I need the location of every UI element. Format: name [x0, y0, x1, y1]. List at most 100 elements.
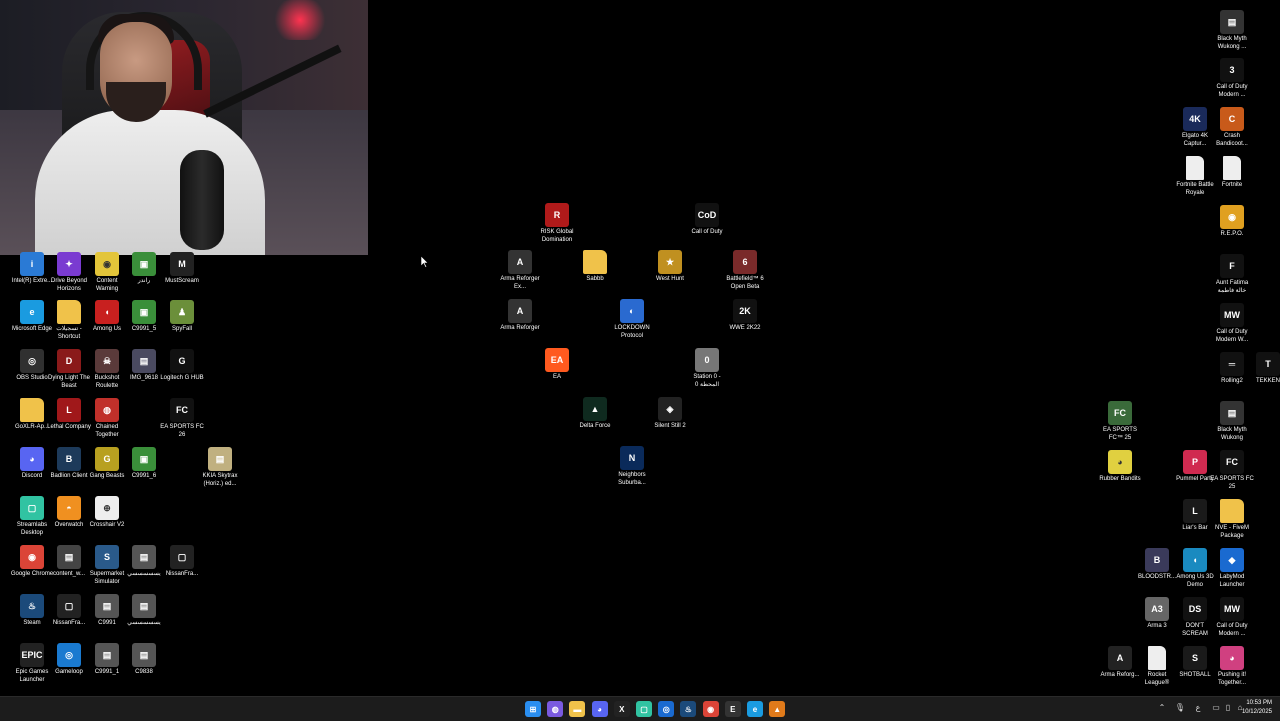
shortcut-label: NissanFra...	[165, 571, 199, 577]
intel-icon: i	[20, 252, 44, 276]
desktop-shortcut[interactable]: 0 Station 0 - المحطة 0	[685, 348, 729, 389]
crash-bandicoot-icon: C	[1220, 107, 1244, 131]
shortcut-label: R.E.P.O.	[1220, 231, 1244, 237]
call-of-duty-icon: MW	[1220, 597, 1244, 621]
arma-reforger-icon: A	[508, 299, 532, 323]
call-of-duty-icon: CoD	[695, 203, 719, 227]
desktop-shortcut[interactable]: ▲ Delta Force	[573, 397, 617, 431]
chained-together-icon: ◍	[95, 398, 119, 422]
desktop-shortcut[interactable]: Sabbb	[573, 250, 617, 284]
desktop-shortcut[interactable]: FC EA SPORTS FC 25	[1210, 450, 1254, 491]
desktop-shortcut[interactable]: ◐ LOCKDOWN Protocol	[610, 299, 654, 340]
black-myth-icon: ▤	[1220, 10, 1244, 34]
desktop-shortcut[interactable]: ⊕ Crosshair V2	[85, 496, 129, 530]
desktop-shortcut[interactable]: ♟ SpyFall	[160, 300, 204, 334]
badlion-icon: B	[57, 447, 81, 471]
desktop-shortcut[interactable]: ▢ NissanFra...	[160, 545, 204, 579]
desktop-shortcut[interactable]: ▤ C9838	[122, 643, 166, 677]
chrome-taskbar-icon[interactable]: ◉	[702, 701, 719, 717]
edge-taskbar-icon[interactable]: e	[747, 701, 763, 717]
notification-icon[interactable]: ▭	[1210, 701, 1222, 715]
desktop-shortcut[interactable]: ▤ Black Myth Wukong	[1210, 401, 1254, 442]
obs-taskbar-icon[interactable]: ◎	[658, 701, 675, 717]
pushing-it-icon: ◕	[1220, 646, 1244, 670]
video-file-icon: ▤	[132, 643, 156, 667]
desktop-shortcut[interactable]: A Arma Reforger	[498, 299, 542, 333]
shortcut-label: Crash Bandicoot...	[1216, 133, 1248, 147]
west-hunt-icon: ★	[658, 250, 682, 274]
shortcut-label: Arma Reforger	[500, 325, 540, 331]
start-button[interactable]: ⊞	[525, 701, 541, 717]
file-explorer-icon[interactable]: ▬	[569, 701, 586, 717]
epic-taskbar-icon[interactable]: E	[724, 701, 741, 717]
desktop-shortcut[interactable]: ◕ Pushing it! Together...	[1210, 646, 1254, 687]
steam-taskbar-icon[interactable]: ♨	[680, 701, 697, 717]
discord-taskbar-icon[interactable]: ◕	[591, 701, 608, 717]
desktop-shortcut[interactable]: F Aunt Fatima خالة فاطمة	[1210, 254, 1254, 295]
shortcut-label: Call of Duty Modern ...	[1216, 84, 1248, 98]
shortcut-label: Station 0 - المحطة 0	[693, 374, 721, 388]
dont-scream-icon: DS	[1183, 597, 1207, 621]
delta-force-icon: ▲	[583, 397, 607, 421]
desktop-shortcut[interactable]: FC EA SPORTS FC 26	[160, 398, 204, 439]
streamlabs-taskbar-icon[interactable]: ▢	[636, 701, 652, 717]
system-clock[interactable]: 10:53 PM 10/12/2025	[1232, 699, 1272, 717]
desktop-shortcut[interactable]: NVE - FiveM Package	[1210, 499, 1254, 540]
desktop-shortcut[interactable]: ◆ LabyMod Launcher	[1210, 548, 1254, 589]
shortcut-label: EA SPORTS FC™ 25	[1103, 427, 1137, 441]
among-us-icon: ◖	[1183, 548, 1207, 572]
desktop-shortcut[interactable]: G Logitech G HUB	[160, 349, 204, 383]
copilot-icon[interactable]: ◍	[547, 701, 564, 717]
shortcut-label: Silent Still 2	[654, 423, 686, 429]
desktop-shortcut[interactable]: ◍ Chained Together	[85, 398, 129, 439]
chrome-icon: ◉	[20, 545, 44, 569]
app-taskbar-icon[interactable]: ▲	[769, 701, 786, 717]
desktop-shortcut[interactable]: T TEKKEN	[1246, 352, 1280, 386]
language-icon[interactable]: ع	[1192, 701, 1204, 715]
desktop-shortcut[interactable]: EA EA	[535, 348, 579, 382]
shortcut-label: Chained Together	[95, 424, 119, 438]
desktop-shortcut[interactable]: ★ West Hunt	[648, 250, 692, 284]
desktop-shortcut[interactable]: ◕ Rubber Bandits	[1098, 450, 1142, 484]
desktop-shortcut[interactable]: 6 Battlefield™ 6 Open Beta	[723, 250, 767, 291]
desktop-shortcut[interactable]: CoD Call of Duty	[685, 203, 729, 237]
excel-icon[interactable]: X	[613, 701, 630, 717]
desktop-shortcut[interactable]: ▤ Black Myth Wukong ...	[1210, 10, 1254, 51]
image-file-icon: ▤	[132, 349, 156, 373]
desktop-shortcut[interactable]: MW Call of Duty Modern ...	[1210, 597, 1254, 638]
desktop-shortcut[interactable]: ▤ يسسسسسي	[122, 594, 166, 628]
shortcut-label: SpyFall	[171, 326, 192, 332]
desktop-shortcut[interactable]: ◉ R.E.P.O.	[1210, 205, 1254, 239]
desktop-shortcut[interactable]: FC EA SPORTS FC™ 25	[1098, 401, 1142, 442]
station-zero-icon: 0	[695, 348, 719, 372]
desktop-shortcut[interactable]: C Crash Bandicoot...	[1210, 107, 1254, 148]
elgato-icon: 4K	[1183, 107, 1207, 131]
desktop-shortcut[interactable]: 2K WWE 2K22	[723, 299, 767, 333]
microphone-icon[interactable]: 🎙	[1174, 701, 1186, 715]
video-file-icon: ▤	[57, 545, 81, 569]
chevron-up-icon[interactable]: ⌃	[1156, 701, 1168, 715]
desktop-shortcut[interactable]: ◈ Silent Still 2	[648, 397, 692, 431]
desktop-shortcut[interactable]: N Neighbors Suburba...	[610, 446, 654, 487]
image-file-icon: ▤	[132, 545, 156, 569]
shortcut-label: Pushing it! Together...	[1217, 672, 1247, 686]
discord-icon: ◕	[20, 447, 44, 471]
dying-light-icon: D	[57, 349, 81, 373]
file-icon	[1186, 156, 1204, 180]
desktop-shortcut[interactable]: R RISK Global Domination	[535, 203, 579, 244]
shortcut-label: Fortnite	[1221, 182, 1243, 188]
desktop-shortcut[interactable]: A Arma Reforger Ex...	[498, 250, 542, 291]
shortcut-label: يسسسسسي	[127, 620, 161, 626]
desktop-shortcut[interactable]: M MustScream	[160, 252, 204, 286]
desktop-shortcut[interactable]: Fortnite	[1210, 156, 1254, 190]
shotball-icon: S	[1183, 646, 1207, 670]
desktop-shortcut[interactable]: 3 Call of Duty Modern ...	[1210, 58, 1254, 99]
rubber-bandits-icon: ◕	[1108, 450, 1132, 474]
desktop-shortcut[interactable]: ▣ C9991_6	[122, 447, 166, 481]
shortcut-label: WWE 2K22	[729, 325, 761, 331]
shortcut-label: Sabbb	[586, 276, 604, 282]
desktop-shortcut[interactable]: ▤ KKIA Skytrax (Horiz.) ed...	[198, 447, 242, 488]
desktop-shortcut[interactable]: MW Call of Duty Modern W...	[1210, 303, 1254, 344]
bloodstrike-icon: B	[1145, 548, 1169, 572]
shortcut-label: KKIA Skytrax (Horiz.) ed...	[202, 473, 238, 487]
